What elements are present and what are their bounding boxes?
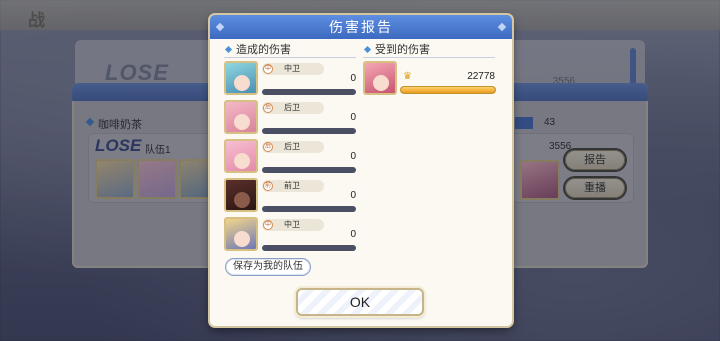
character-portrait[interactable] [224,100,258,134]
taken-row: ♛ 22778 [363,61,495,97]
dialog-title: 伤害报告 [210,15,512,39]
enemy-portrait[interactable] [363,61,397,95]
position-icon: 后 [263,103,273,113]
damage-value: 0 [350,151,356,162]
damage-value: 0 [350,112,356,123]
divider [363,57,495,58]
character-portrait[interactable] [224,178,258,212]
dealt-row: 中 中卫 0 [224,217,356,253]
damage-value: 0 [350,73,356,84]
dealt-row: 中 中卫 0 [224,61,356,97]
character-portrait[interactable] [224,217,258,251]
position-icon: 前 [263,181,273,191]
role-badge: 后 后卫 [262,102,324,114]
divider [224,57,356,58]
damage-report-dialog: 伤害报告 造成的伤害 受到的伤害 中 中卫 0 后 后卫 0 后 后卫 0 前 … [210,15,512,326]
save-team-button[interactable]: 保存为我的队伍 [225,258,311,276]
damage-value: 22778 [467,71,495,82]
role-badge: 中 中卫 [262,219,324,231]
damage-bar [262,245,356,251]
ok-button[interactable]: OK [296,288,424,316]
damage-value: 0 [350,190,356,201]
taken-damage-header: 受到的伤害 [365,43,430,57]
damage-bar [262,128,356,134]
damage-bar [262,167,356,173]
damage-value: 0 [350,229,356,240]
position-icon: 中 [263,220,273,230]
position-icon: 中 [263,64,273,74]
position-icon: 后 [263,142,273,152]
dealt-row: 后 后卫 0 [224,100,356,136]
dealt-row: 后 后卫 0 [224,139,356,175]
character-portrait[interactable] [224,139,258,173]
dealt-row: 前 前卫 0 [224,178,356,214]
damage-bar [401,87,495,93]
damage-bar [262,206,356,212]
crown-icon: ♛ [403,71,412,82]
role-badge: 中 中卫 [262,63,324,75]
damage-bar [262,89,356,95]
role-badge: 后 后卫 [262,141,324,153]
role-badge: 前 前卫 [262,180,324,192]
dealt-damage-header: 造成的伤害 [226,43,291,57]
character-portrait[interactable] [224,61,258,95]
